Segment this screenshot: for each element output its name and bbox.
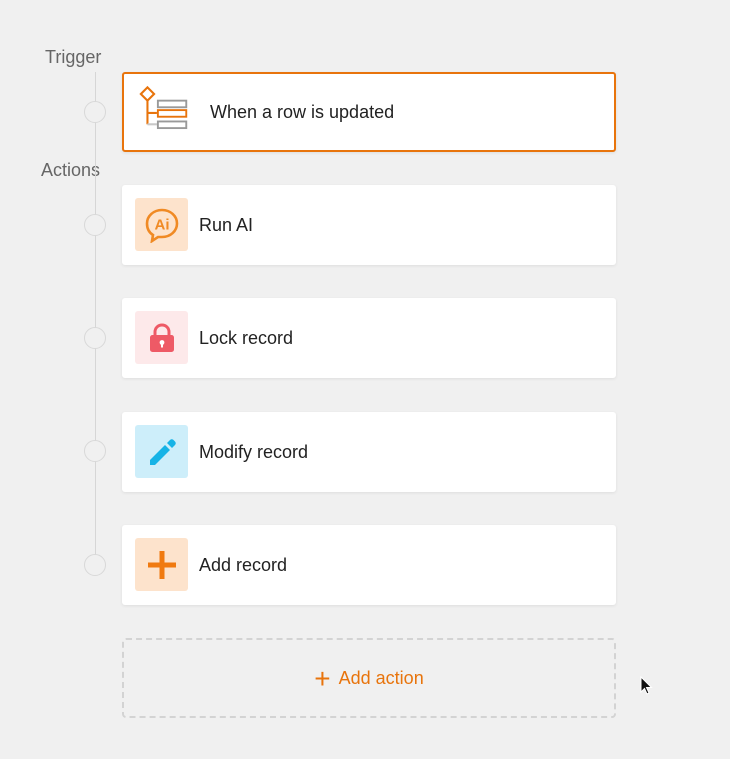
- action-label: Run AI: [199, 215, 254, 235]
- add-action-label: Add action: [338, 667, 424, 688]
- plus-icon: [135, 538, 188, 591]
- trigger-label: When a row is updated: [210, 102, 395, 122]
- action-card-add-record[interactable]: Add record: [122, 525, 616, 605]
- pencil-icon: [135, 425, 188, 478]
- trigger-section-label: Trigger: [45, 47, 102, 67]
- lock-icon: [135, 311, 188, 364]
- timeline-line: [95, 72, 96, 565]
- add-action-button[interactable]: + Add action: [122, 638, 616, 718]
- timeline-node-action-4: [84, 554, 106, 576]
- actions-section-label: Actions: [41, 160, 101, 180]
- trigger-card[interactable]: When a row is updated: [122, 72, 616, 152]
- action-card-modify-record[interactable]: Modify record: [122, 412, 616, 492]
- mouse-cursor-icon: [640, 675, 654, 701]
- action-label: Add record: [199, 555, 288, 575]
- action-label: Modify record: [199, 442, 309, 462]
- action-label: Lock record: [199, 328, 294, 348]
- add-action-plus-icon: +: [314, 663, 331, 694]
- timeline-node-trigger: [84, 101, 106, 123]
- action-card-run-ai[interactable]: Ai Run AI: [122, 185, 616, 265]
- timeline-node-action-1: [84, 214, 106, 236]
- svg-text:Ai: Ai: [154, 216, 169, 233]
- row-updated-icon: [138, 85, 191, 138]
- timeline-node-action-2: [84, 327, 106, 349]
- timeline-node-action-3: [84, 440, 106, 462]
- ai-icon: Ai: [135, 198, 188, 251]
- action-card-lock-record[interactable]: Lock record: [122, 298, 616, 378]
